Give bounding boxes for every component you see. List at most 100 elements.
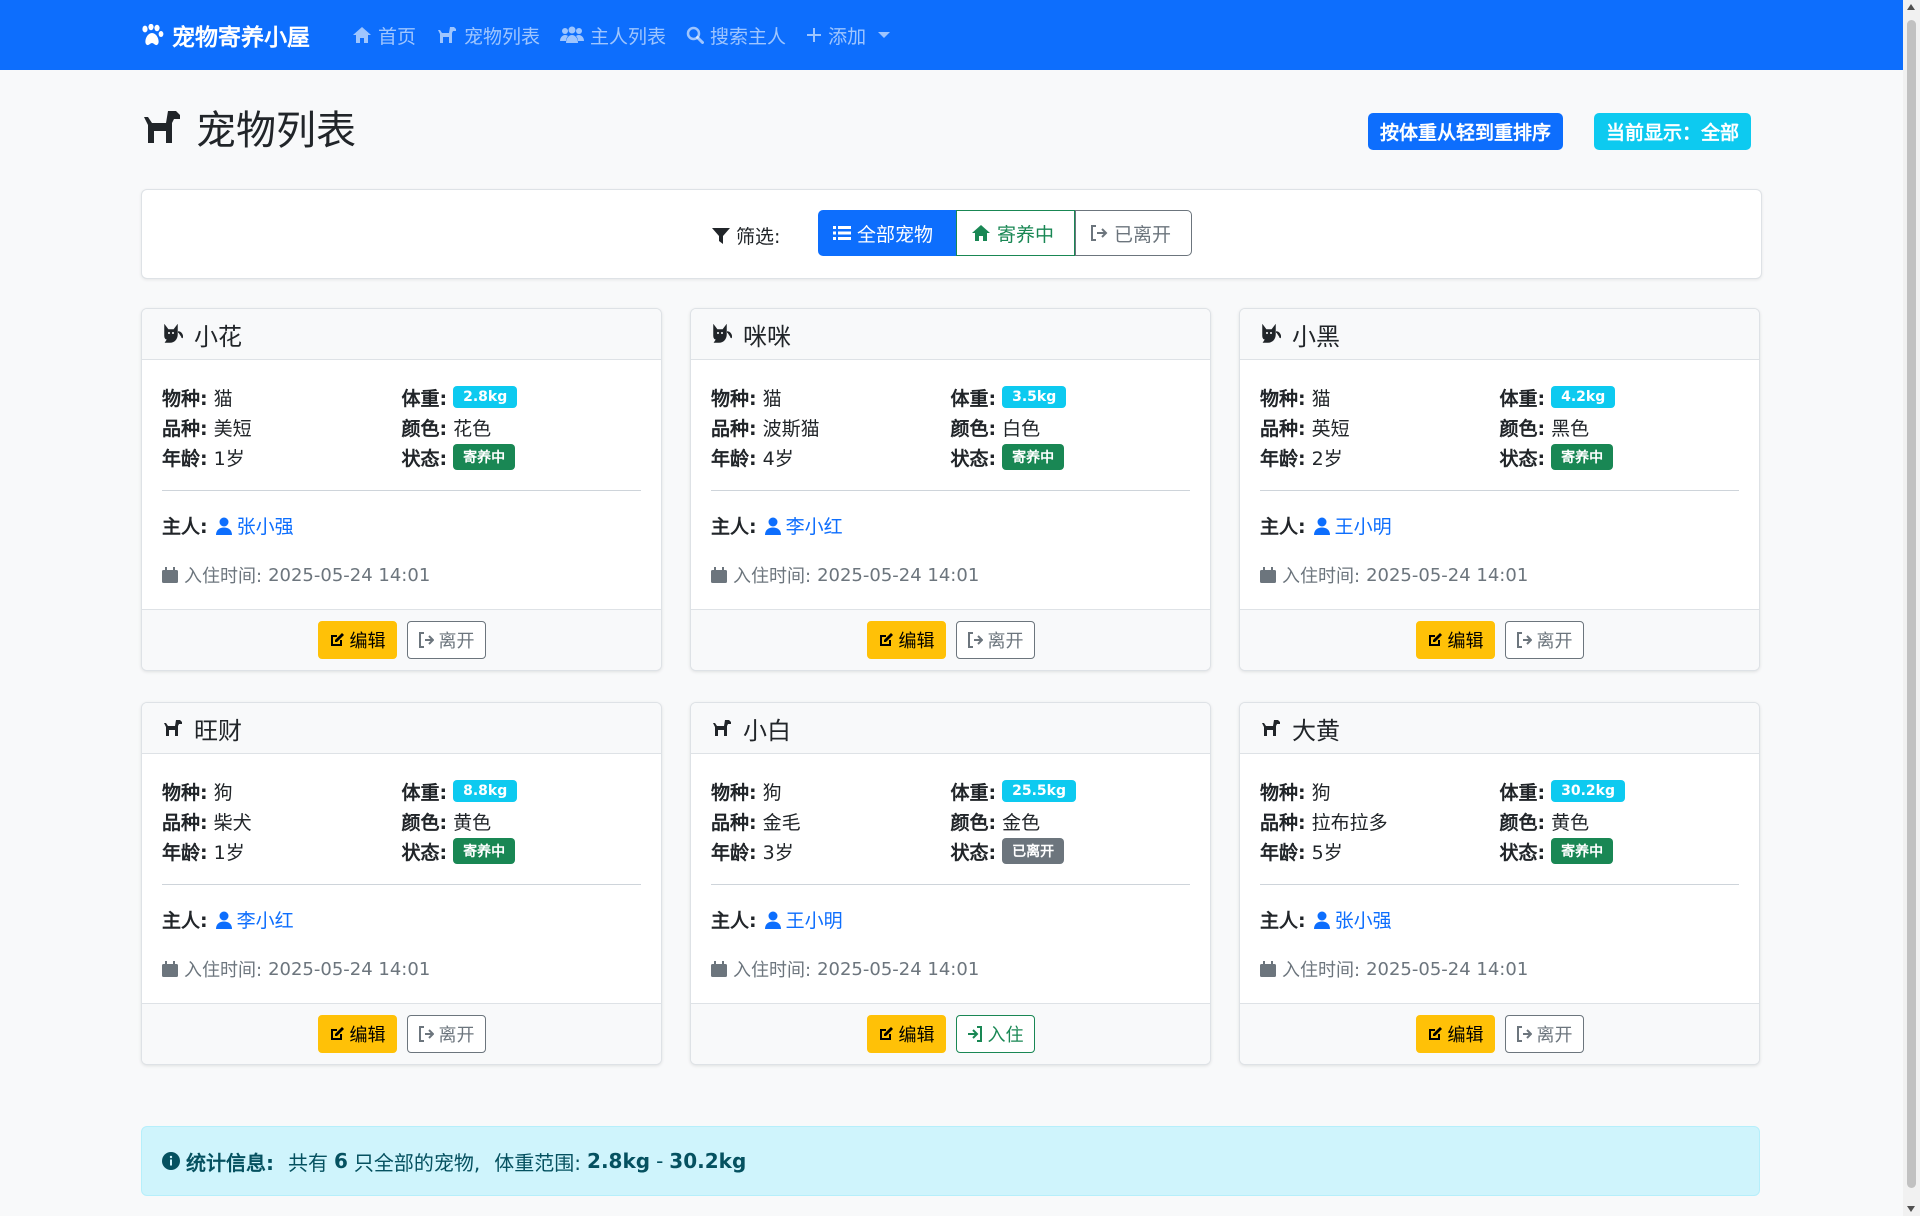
- checkin-row: 入住时间: 2025-05-24 14:01: [711, 956, 979, 982]
- plus-icon: [806, 27, 822, 43]
- edit-button[interactable]: 编辑: [1415, 621, 1495, 659]
- calendar-icon: [711, 961, 727, 977]
- edit-button[interactable]: 编辑: [317, 1015, 397, 1053]
- sort-by-weight-button[interactable]: 按体重从轻到重排序: [1368, 113, 1564, 150]
- owner-link[interactable]: 张小强: [1313, 906, 1392, 933]
- nav-item-add-dropdown[interactable]: 添加: [806, 22, 891, 49]
- pet-species: 猫: [213, 387, 233, 410]
- weight-badge: 3.5kg: [1002, 386, 1067, 408]
- nav-item-label: 首页: [378, 25, 417, 48]
- owner-link[interactable]: 李小红: [764, 512, 843, 539]
- pet-card-header: 小白: [691, 703, 1210, 754]
- leave-button[interactable]: 离开: [1504, 621, 1584, 659]
- vertical-scrollbar[interactable]: [1903, 0, 1920, 1216]
- pet-age: 3岁: [762, 841, 794, 864]
- owner-link[interactable]: 王小明: [764, 906, 843, 933]
- edit-button[interactable]: 编辑: [866, 621, 946, 659]
- owner-row: 主人: 王小明: [1260, 512, 1392, 539]
- filter-left-button[interactable]: 已离开: [1075, 210, 1192, 256]
- breed-label: 品种:: [711, 811, 757, 834]
- navbar: 宠物寄养小屋 首页 宠物列表 主人列表 搜索主人 添加: [0, 0, 1903, 70]
- leave-label: 离开: [1536, 631, 1573, 652]
- divider: [711, 884, 1190, 885]
- owner-row: 主人: 张小强: [1260, 906, 1392, 933]
- nav-item-search[interactable]: 搜索主人: [686, 22, 786, 49]
- pet-card-header: 小黑: [1240, 309, 1759, 360]
- pet-info: 物种: 狗 体重: 30.2kg 品种: 拉布拉多 颜色: 黄色 年龄: 5岁 状态: 寄养…: [1260, 776, 1739, 866]
- divider: [1260, 884, 1739, 885]
- checkin-button[interactable]: 入住: [955, 1015, 1035, 1053]
- owner-label: 主人:: [711, 910, 757, 932]
- owner-link[interactable]: 李小红: [215, 906, 294, 933]
- breed-label: 品种:: [1260, 417, 1306, 440]
- breed-label: 品种:: [162, 811, 208, 834]
- cat-icon: [162, 324, 184, 344]
- species-label: 物种:: [711, 387, 757, 410]
- stats-count: 6: [334, 1149, 348, 1173]
- status-label: 状态:: [1499, 447, 1546, 470]
- nav-item-pets[interactable]: 宠物列表: [436, 22, 540, 49]
- pet-species: 狗: [762, 781, 782, 804]
- owner-link[interactable]: 王小明: [1313, 512, 1392, 539]
- filter-label-text: 筛选:: [736, 226, 781, 248]
- user-icon: [1313, 911, 1330, 929]
- color-label: 颜色:: [950, 417, 997, 440]
- stats-label: 统计信息:: [186, 1150, 274, 1175]
- scroll-up-icon[interactable]: [1907, 4, 1915, 10]
- pet-color: 黄色: [453, 811, 492, 834]
- edit-label: 编辑: [1447, 631, 1484, 652]
- owner-row: 主人: 李小红: [711, 512, 843, 539]
- filter-all-button[interactable]: 全部宠物: [818, 210, 956, 256]
- pet-species: 狗: [1311, 781, 1331, 804]
- pet-breed: 拉布拉多: [1311, 811, 1388, 834]
- owner-name: 李小红: [236, 910, 294, 932]
- filter-boarding-button[interactable]: 寄养中: [956, 210, 1075, 256]
- leave-button[interactable]: 离开: [1504, 1015, 1584, 1053]
- divider: [162, 490, 641, 491]
- leave-button[interactable]: 离开: [406, 1015, 486, 1053]
- edit-icon: [878, 1026, 894, 1042]
- color-label: 颜色:: [1499, 417, 1546, 440]
- sign-out-icon: [418, 632, 434, 648]
- color-label: 颜色:: [950, 811, 997, 834]
- status-label: 状态:: [950, 841, 997, 864]
- checkin-row: 入住时间: 2025-05-24 14:01: [162, 956, 430, 982]
- species-label: 物种:: [162, 781, 208, 804]
- status-label: 状态:: [401, 447, 448, 470]
- edit-button[interactable]: 编辑: [317, 621, 397, 659]
- checkin-label: 入住时间:: [733, 566, 812, 587]
- age-label: 年龄:: [162, 841, 208, 864]
- cat-icon: [711, 324, 733, 344]
- calendar-icon: [1260, 961, 1276, 977]
- species-label: 物种:: [711, 781, 757, 804]
- pet-name: 咪咪: [743, 322, 791, 351]
- edit-button[interactable]: 编辑: [866, 1015, 946, 1053]
- owner-row: 主人: 张小强: [162, 512, 294, 539]
- nav-item-label: 添加: [828, 25, 867, 48]
- pet-species: 狗: [213, 781, 233, 804]
- current-display-badge: 当前显示：全部: [1594, 113, 1752, 150]
- nav-item-owners[interactable]: 主人列表: [560, 22, 666, 49]
- brand[interactable]: 宠物寄养小屋: [140, 0, 310, 70]
- leave-button[interactable]: 离开: [955, 621, 1035, 659]
- filter-button-group: 全部宠物 寄养中 已离开: [818, 210, 1192, 256]
- owner-label: 主人:: [162, 516, 208, 538]
- pet-card-footer: 编辑 离开: [1240, 609, 1759, 670]
- checkin-label: 入住时间:: [733, 960, 812, 981]
- paw-icon: [140, 24, 164, 46]
- scrollbar-thumb[interactable]: [1907, 20, 1916, 1188]
- stats-suffix: 只全部的宠物,: [353, 1150, 481, 1175]
- owner-link[interactable]: 张小强: [215, 512, 294, 539]
- edit-label: 编辑: [898, 631, 935, 652]
- pet-name: 大黄: [1292, 716, 1340, 745]
- leave-button[interactable]: 离开: [406, 621, 486, 659]
- pet-age: 5岁: [1311, 841, 1343, 864]
- edit-icon: [878, 632, 894, 648]
- nav-item-label: 宠物列表: [464, 25, 541, 48]
- nav-item-home[interactable]: 首页: [352, 22, 416, 49]
- edit-button[interactable]: 编辑: [1415, 1015, 1495, 1053]
- pet-card-header: 旺财: [142, 703, 661, 754]
- pet-card-footer: 编辑 离开: [142, 1003, 661, 1064]
- scroll-down-icon[interactable]: [1907, 1206, 1915, 1212]
- pet-card-body: 物种: 狗 体重: 8.8kg 品种: 柴犬 颜色: 黄色 年龄: 1岁 状态: 寄养中 主…: [142, 754, 661, 1003]
